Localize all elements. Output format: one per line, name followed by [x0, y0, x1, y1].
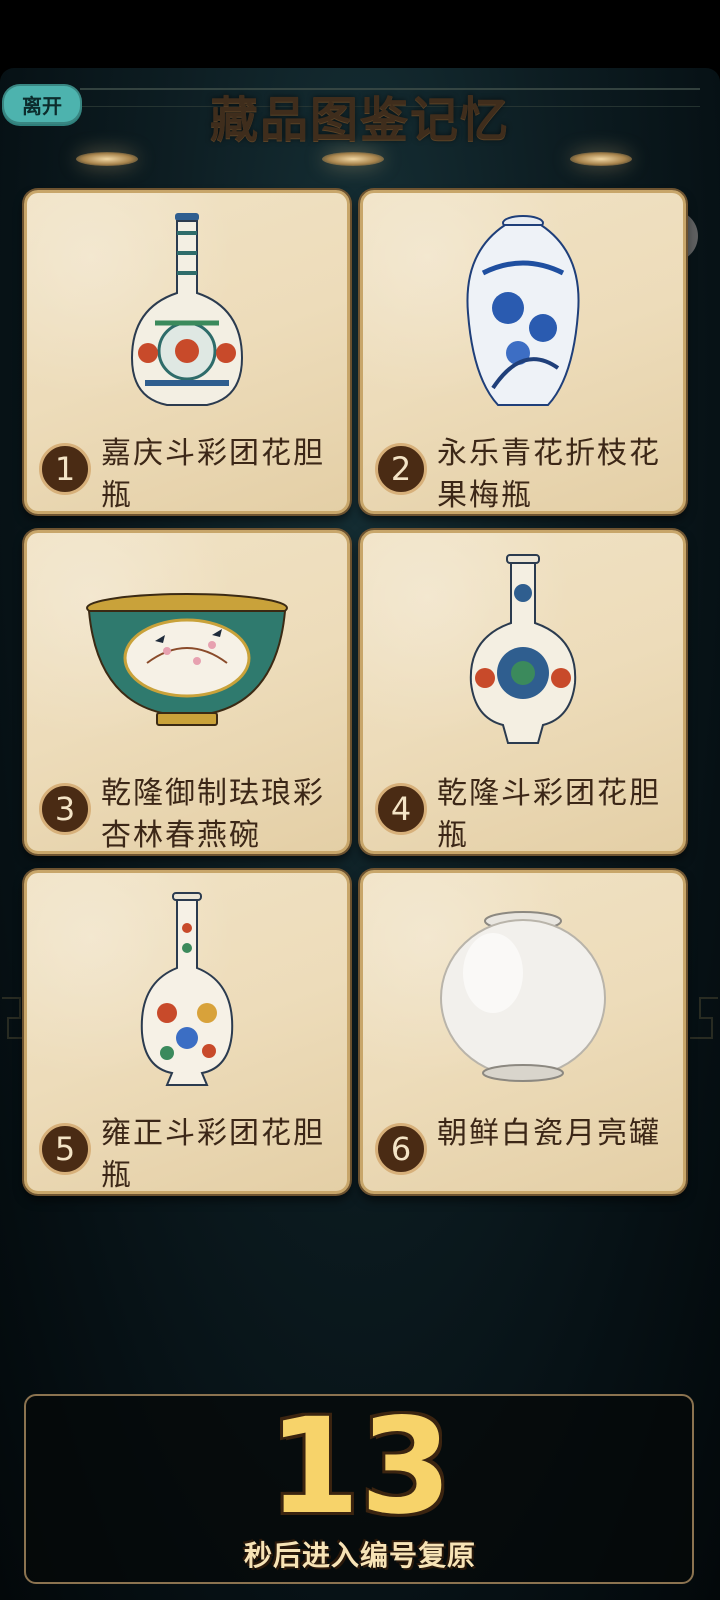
- card-title: 乾隆斗彩团花胆瓶: [437, 776, 661, 849]
- blue-white-meiping-icon: [466, 215, 580, 406]
- countdown-number: 13: [268, 1390, 452, 1544]
- doucai-vase-icon: [469, 554, 577, 744]
- collection-card-2[interactable]: 2 永乐青花折枝花果梅瓶: [360, 190, 686, 514]
- card-number-badge: 6: [375, 1123, 427, 1175]
- card-title: 嘉庆斗彩团花胆瓶: [101, 436, 325, 509]
- card-title: 雍正斗彩团花胆瓶: [101, 1116, 325, 1189]
- enamel-bowl-icon: [86, 593, 288, 726]
- collection-card-3[interactable]: 3 乾隆御制珐琅彩杏林春燕碗: [24, 530, 350, 854]
- collection-card-4[interactable]: 4 乾隆斗彩团花胆瓶: [360, 530, 686, 854]
- corner-ornament-icon: [690, 997, 718, 1039]
- ceiling-lamp-icon: [322, 152, 384, 166]
- collection-card-5[interactable]: 5 雍正斗彩团花胆瓶: [24, 870, 350, 1194]
- famille-rose-vase-icon: [130, 213, 244, 406]
- card-title: 永乐青花折枝花果梅瓶: [437, 436, 661, 509]
- moon-jar-icon: [440, 911, 606, 1082]
- ceiling-lamp-icon: [76, 152, 138, 166]
- page-title: 藏品图鉴记忆: [209, 92, 510, 148]
- card-number-badge: 5: [39, 1123, 91, 1175]
- card-number-badge: 4: [375, 783, 427, 835]
- card-number-badge: 1: [39, 443, 91, 495]
- card-number-badge: 2: [375, 443, 427, 495]
- card-title: 乾隆御制珐琅彩杏林春燕碗: [101, 776, 325, 849]
- collection-card-6[interactable]: 6 朝鲜白瓷月亮罐: [360, 870, 686, 1194]
- card-title: 朝鲜白瓷月亮罐: [437, 1116, 661, 1151]
- leave-button[interactable]: 离开: [2, 84, 82, 124]
- doucai-bottle-vase-icon: [140, 892, 234, 1086]
- countdown-caption: 秒后进入编号复原: [243, 1539, 476, 1572]
- ceiling-lamp-icon: [570, 152, 632, 166]
- card-number-badge: 3: [39, 783, 91, 835]
- collection-card-1[interactable]: 1 嘉庆斗彩团花胆瓶: [24, 190, 350, 514]
